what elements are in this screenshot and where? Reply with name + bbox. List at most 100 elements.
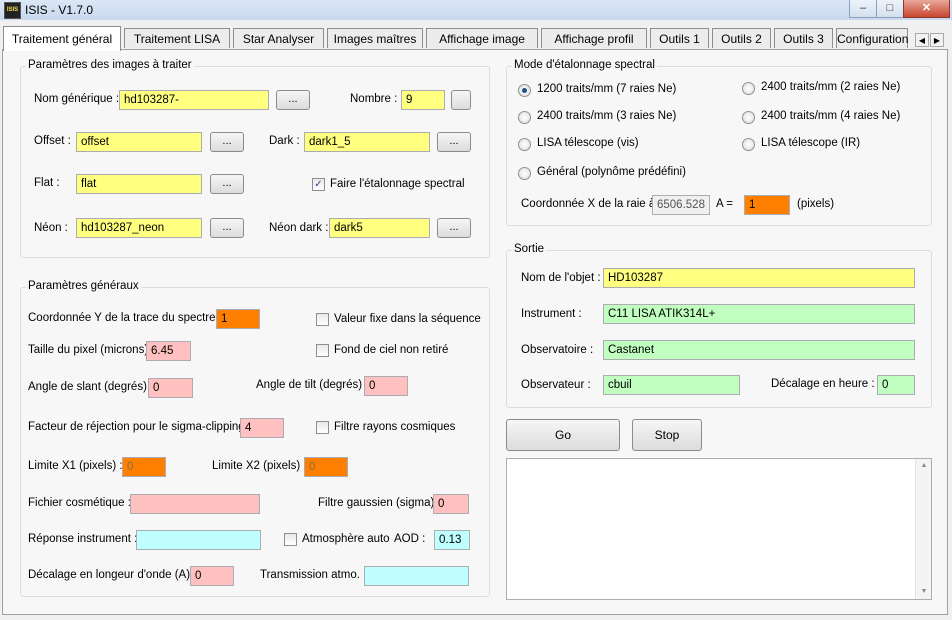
etalonnage-checkbox[interactable]: ✓ [312, 178, 325, 191]
tab-images-maitres[interactable]: Images maîtres [327, 28, 423, 48]
mode-radio-lisa-vis[interactable] [518, 138, 531, 151]
observatoire-label: Observatoire : [521, 344, 594, 356]
neon-browse-button[interactable]: ... [210, 218, 244, 238]
tab-affichage-profil[interactable]: Affichage profil [541, 28, 647, 48]
maximize-button[interactable]: □ [876, 0, 904, 18]
tab-affichage-image[interactable]: Affichage image [426, 28, 538, 48]
flat-browse-button[interactable]: ... [210, 174, 244, 194]
neon-dark-label: Néon dark : [269, 222, 329, 234]
nom-generique-browse-button[interactable]: ... [276, 90, 310, 110]
taille-pixel-label: Taille du pixel (microns) : [28, 344, 155, 356]
mode-label-1200-7: 1200 traits/mm (7 raies Ne) [537, 83, 677, 95]
tab-traitement-lisa[interactable]: Traitement LISA [124, 28, 230, 48]
tilt-input[interactable]: 0 [364, 376, 408, 396]
fond-ciel-checkbox[interactable] [316, 344, 329, 357]
transmission-label: Transmission atmo. : [260, 569, 367, 581]
tab-scroll-right-icon[interactable]: ▶ [930, 33, 944, 47]
decalage-onde-input[interactable]: 0 [190, 566, 234, 586]
app-icon: ISIS [4, 2, 21, 19]
decalage-heure-input[interactable]: 0 [877, 375, 915, 395]
observatoire-input[interactable]: Castanet [603, 340, 915, 360]
tab-traitement-general[interactable]: Traitement général [3, 26, 121, 51]
reponse-input[interactable] [136, 530, 261, 550]
observateur-input[interactable]: cbuil [603, 375, 740, 395]
window-title: ISIS - V1.7.0 [25, 3, 94, 17]
dark-input[interactable]: dark1_5 [304, 132, 430, 152]
dark-browse-button[interactable]: ... [437, 132, 471, 152]
nom-generique-input[interactable]: hd103287- [119, 90, 269, 110]
title-bar[interactable] [0, 0, 952, 20]
limite-x1-label: Limite X1 (pixels) : [28, 460, 123, 472]
valeur-fixe-checkbox[interactable] [316, 313, 329, 326]
nombre-input[interactable]: 9 [401, 90, 445, 110]
atmo-auto-checkbox[interactable] [284, 533, 297, 546]
reponse-label: Réponse instrument : [28, 533, 138, 545]
log-scrollbar[interactable]: ▲ ▼ [915, 459, 931, 599]
neon-dark-input[interactable]: dark5 [329, 218, 430, 238]
aod-input[interactable]: 0.13 [434, 530, 470, 550]
neon-input[interactable]: hd103287_neon [76, 218, 202, 238]
decalage-heure-label: Décalage en heure : [771, 378, 875, 390]
offset-browse-button[interactable]: ... [210, 132, 244, 152]
mode-radio-lisa-ir[interactable] [742, 138, 755, 151]
coord-x-a-label: A = [716, 198, 733, 210]
coord-x-input[interactable]: 1 [744, 195, 790, 215]
scroll-up-icon[interactable]: ▲ [916, 459, 932, 473]
close-button[interactable]: ✕ [903, 0, 950, 18]
instrument-input[interactable]: C11 LISA ATIK314L+ [603, 304, 915, 324]
cosmetique-input[interactable] [130, 494, 260, 514]
tab-outils-3[interactable]: Outils 3 [774, 28, 833, 48]
coord-x-wavelength: 6506.528 [652, 195, 710, 215]
tab-outils-2[interactable]: Outils 2 [712, 28, 771, 48]
observateur-label: Observateur : [521, 379, 591, 391]
sortie-group-legend: Sortie [512, 243, 547, 255]
dark-label: Dark : [269, 135, 300, 147]
mode-label-general: Général (polynôme prédéfini) [537, 166, 686, 178]
stop-button[interactable]: Stop [632, 419, 702, 451]
gaussien-label: Filtre gaussien (sigma) : [318, 497, 441, 509]
objet-input[interactable]: HD103287 [603, 268, 915, 288]
tab-star-analyser[interactable]: Star Analyser [233, 28, 324, 48]
minimize-button[interactable]: – [849, 0, 877, 18]
taille-pixel-input[interactable]: 6.45 [146, 341, 191, 361]
mode-radio-general[interactable] [518, 167, 531, 180]
tab-configuration[interactable]: Configuration [836, 28, 908, 48]
neon-dark-browse-button[interactable]: ... [437, 218, 471, 238]
tilt-label: Angle de tilt (degrés) : [256, 379, 369, 391]
mode-label-lisa-vis: LISA télescope (vis) [537, 137, 639, 149]
objet-label: Nom de l'objet : [521, 272, 601, 284]
aod-label: AOD : [394, 533, 426, 545]
flat-input[interactable]: flat [76, 174, 202, 194]
transmission-input[interactable] [364, 566, 469, 586]
gaussien-input[interactable]: 0 [433, 494, 469, 514]
log-area[interactable]: ▲ ▼ [506, 458, 932, 600]
instrument-label: Instrument : [521, 308, 582, 320]
filtre-cosmiques-checkbox[interactable] [316, 421, 329, 434]
scroll-down-icon[interactable]: ▼ [916, 585, 932, 599]
coord-y-label: Coordonnée Y de la trace du spectre : [28, 312, 222, 324]
mode-radio-2400-2[interactable] [742, 82, 755, 95]
offset-label: Offset : [34, 135, 71, 147]
mode-radio-1200-7[interactable] [518, 84, 531, 97]
go-button[interactable]: Go [506, 419, 620, 451]
slant-input[interactable]: 0 [148, 378, 193, 398]
rejection-input[interactable]: 4 [240, 418, 284, 438]
mode-radio-2400-4[interactable] [742, 111, 755, 124]
flat-label: Flat : [34, 177, 60, 189]
decalage-onde-label: Décalage en longeur d'onde (A) : [28, 569, 197, 581]
limite-x1-input[interactable]: 0 [122, 457, 166, 477]
mode-radio-2400-3[interactable] [518, 111, 531, 124]
tab-scroll-left-icon[interactable]: ◀ [915, 33, 929, 47]
mode-label-2400-4: 2400 traits/mm (4 raies Ne) [761, 110, 901, 122]
nom-generique-label: Nom générique : [34, 93, 120, 105]
limite-x2-input[interactable]: 0 [304, 457, 348, 477]
coord-y-input[interactable]: 1 [216, 309, 260, 329]
nombre-button[interactable] [451, 90, 471, 110]
offset-input[interactable]: offset [76, 132, 202, 152]
tab-outils-1[interactable]: Outils 1 [650, 28, 709, 48]
mode-label-lisa-ir: LISA télescope (IR) [761, 137, 861, 149]
neon-label: Néon : [34, 222, 68, 234]
cosmetique-label: Fichier cosmétique : [28, 497, 131, 509]
general-group-legend: Paramètres généraux [26, 280, 141, 292]
nombre-label: Nombre : [350, 93, 398, 105]
